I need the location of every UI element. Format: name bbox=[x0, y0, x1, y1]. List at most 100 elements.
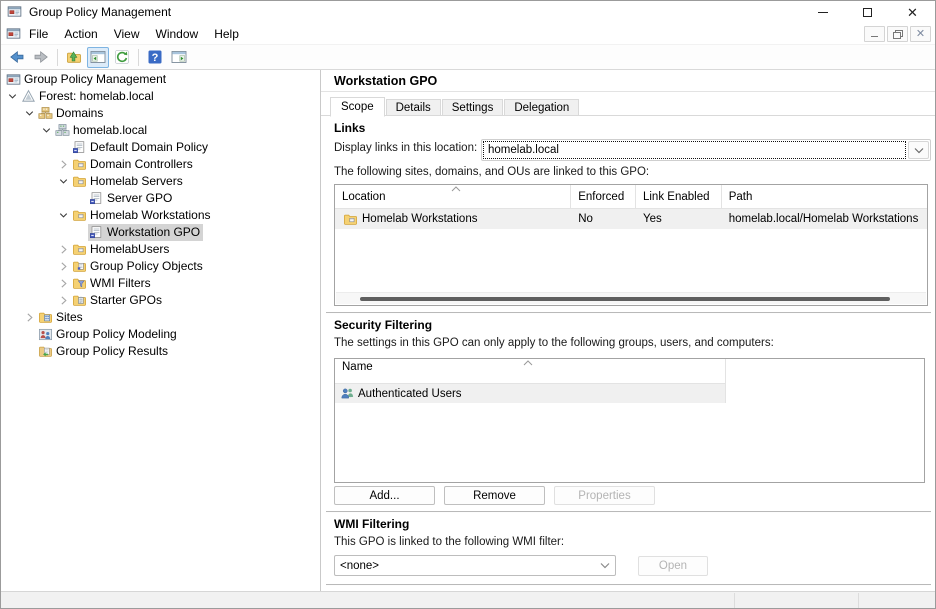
forward-icon bbox=[33, 49, 49, 65]
toolbar-separator bbox=[57, 49, 58, 66]
tree-item-label: homelab.local bbox=[70, 123, 150, 138]
tree-item-server-gpo[interactable]: Server GPO bbox=[1, 190, 320, 207]
close-icon: ✕ bbox=[907, 6, 918, 19]
tab-settings[interactable]: Settings bbox=[442, 99, 504, 116]
wmi-filtering-heading: WMI Filtering bbox=[334, 517, 409, 531]
help-button[interactable]: ? bbox=[144, 47, 166, 68]
action-pane-button[interactable] bbox=[168, 47, 190, 68]
chevron-collapsed-icon[interactable] bbox=[55, 276, 71, 292]
minimize-icon bbox=[818, 12, 828, 13]
sort-ascending-icon bbox=[523, 360, 533, 366]
security-filtering-table[interactable]: Name Authenticated Users bbox=[334, 358, 925, 483]
tree-item-domains[interactable]: Domains bbox=[1, 105, 320, 122]
chevron-collapsed-icon[interactable] bbox=[55, 293, 71, 309]
menu-help[interactable]: Help bbox=[206, 24, 247, 44]
svg-text:?: ? bbox=[152, 52, 159, 64]
titlebar: Group Policy Management ✕ bbox=[1, 1, 935, 23]
name-column-header[interactable]: Name bbox=[335, 352, 373, 373]
scrollbar-thumb[interactable] bbox=[360, 297, 890, 301]
tree-item-homelab-servers[interactable]: Homelab Servers bbox=[1, 173, 320, 190]
console-tree-button[interactable] bbox=[87, 47, 109, 68]
section-separator bbox=[326, 584, 931, 586]
tree-item-homelab-local[interactable]: homelab.local bbox=[1, 122, 320, 139]
chevron-expanded-icon[interactable] bbox=[38, 123, 54, 139]
maximize-icon bbox=[863, 8, 872, 17]
security-table-header[interactable]: Name bbox=[335, 359, 725, 384]
domain-icon bbox=[54, 123, 70, 138]
tree-item-sites[interactable]: Sites bbox=[1, 309, 320, 326]
menu-action[interactable]: Action bbox=[56, 24, 105, 44]
tree-item-domain-controllers[interactable]: Domain Controllers bbox=[1, 156, 320, 173]
column-header-enforced[interactable]: Enforced bbox=[571, 185, 636, 208]
tab-scope[interactable]: Scope bbox=[330, 97, 385, 117]
remove-button[interactable]: Remove bbox=[444, 486, 545, 505]
tree-item-starter-gpos[interactable]: Starter GPOs bbox=[1, 292, 320, 309]
tree-item-label: Workstation GPO bbox=[104, 225, 203, 240]
location-combobox[interactable]: homelab.local bbox=[481, 139, 931, 161]
links-table[interactable]: LocationEnforcedLink EnabledPath Homelab… bbox=[334, 184, 928, 306]
tree-item-workstation-gpo[interactable]: Workstation GPO bbox=[1, 224, 320, 241]
horizontal-scrollbar[interactable] bbox=[336, 292, 926, 304]
gpo-icon bbox=[71, 140, 87, 155]
tree-item-default-domain-policy[interactable]: Default Domain Policy bbox=[1, 139, 320, 156]
tab-details[interactable]: Details bbox=[386, 99, 441, 116]
links-desc: The following sites, domains, and OUs ar… bbox=[334, 166, 649, 178]
child-close-button[interactable]: ✕ bbox=[910, 26, 931, 42]
refresh-icon bbox=[114, 49, 130, 65]
cell-enforced: No bbox=[571, 213, 636, 225]
tree-item-label: Sites bbox=[53, 310, 86, 325]
minimize-button[interactable] bbox=[800, 1, 845, 23]
links-table-row[interactable]: Homelab WorkstationsNoYeshomelab.local/H… bbox=[335, 209, 927, 229]
tree-item-forest-homelab-local[interactable]: Forest: homelab.local bbox=[1, 88, 320, 105]
tree-item-group-policy-modeling[interactable]: Group Policy Modeling bbox=[1, 326, 320, 343]
properties-button[interactable]: Properties bbox=[554, 486, 655, 505]
back-button[interactable] bbox=[6, 47, 28, 68]
chevron-collapsed-icon[interactable] bbox=[55, 242, 71, 258]
app-window: Group Policy Management ✕ FileActionView… bbox=[0, 0, 936, 609]
up-one-level-button[interactable] bbox=[63, 47, 85, 68]
maximize-button[interactable] bbox=[845, 1, 890, 23]
tree-item-wmi-filters[interactable]: WMI Filters bbox=[1, 275, 320, 292]
menu-view[interactable]: View bbox=[106, 24, 148, 44]
back-icon bbox=[9, 49, 25, 65]
sort-ascending-icon bbox=[451, 186, 461, 192]
tree-item-homelabusers[interactable]: HomelabUsers bbox=[1, 241, 320, 258]
tree-item-group-policy-results[interactable]: Group Policy Results bbox=[1, 343, 320, 360]
menu-file[interactable]: File bbox=[21, 24, 56, 44]
child-restore-button[interactable] bbox=[887, 26, 908, 42]
chevron-collapsed-icon[interactable] bbox=[55, 157, 71, 173]
refresh-button[interactable] bbox=[111, 47, 133, 68]
chevron-collapsed-icon[interactable] bbox=[21, 310, 37, 326]
location-dropdown-button[interactable] bbox=[908, 141, 929, 159]
tab-strip: ScopeDetailsSettingsDelegation bbox=[330, 97, 580, 116]
cell-path: homelab.local/Homelab Workstations bbox=[722, 213, 927, 225]
open-button[interactable]: Open bbox=[638, 556, 708, 576]
tab-delegation[interactable]: Delegation bbox=[504, 99, 579, 116]
chevron-expanded-icon[interactable] bbox=[4, 89, 20, 105]
forward-button[interactable] bbox=[30, 47, 52, 68]
gpo-icon bbox=[88, 191, 104, 206]
security-filtering-heading: Security Filtering bbox=[334, 318, 432, 332]
child-close-icon: ✕ bbox=[916, 29, 925, 40]
tree-item-label: Starter GPOs bbox=[87, 293, 165, 308]
chevron-expanded-icon[interactable] bbox=[55, 208, 71, 224]
chevron-expanded-icon[interactable] bbox=[55, 174, 71, 190]
starter-gpo-folder-icon bbox=[71, 293, 87, 308]
links-table-header[interactable]: LocationEnforcedLink EnabledPath bbox=[335, 185, 927, 209]
tree-item-group-policy-management[interactable]: Group Policy Management bbox=[1, 71, 320, 88]
statusbar-divider bbox=[734, 593, 735, 608]
tree-item-homelab-workstations[interactable]: Homelab Workstations bbox=[1, 207, 320, 224]
column-header-link-enabled[interactable]: Link Enabled bbox=[636, 185, 722, 208]
tree-item-group-policy-objects[interactable]: Group Policy Objects bbox=[1, 258, 320, 275]
chevron-collapsed-icon[interactable] bbox=[55, 259, 71, 275]
menu-window[interactable]: Window bbox=[148, 24, 207, 44]
child-minimize-button[interactable] bbox=[864, 26, 885, 42]
column-header-path[interactable]: Path bbox=[722, 185, 927, 208]
add-button[interactable]: Add... bbox=[334, 486, 435, 505]
tree-item-label: Group Policy Management bbox=[21, 72, 169, 87]
wmi-filter-dropdown[interactable]: <none> bbox=[334, 555, 616, 576]
security-table-row[interactable]: Authenticated Users bbox=[335, 384, 725, 403]
chevron-expanded-icon[interactable] bbox=[21, 106, 37, 122]
close-button[interactable]: ✕ bbox=[890, 1, 935, 23]
menubar: FileActionViewWindowHelp ✕ bbox=[1, 23, 935, 45]
